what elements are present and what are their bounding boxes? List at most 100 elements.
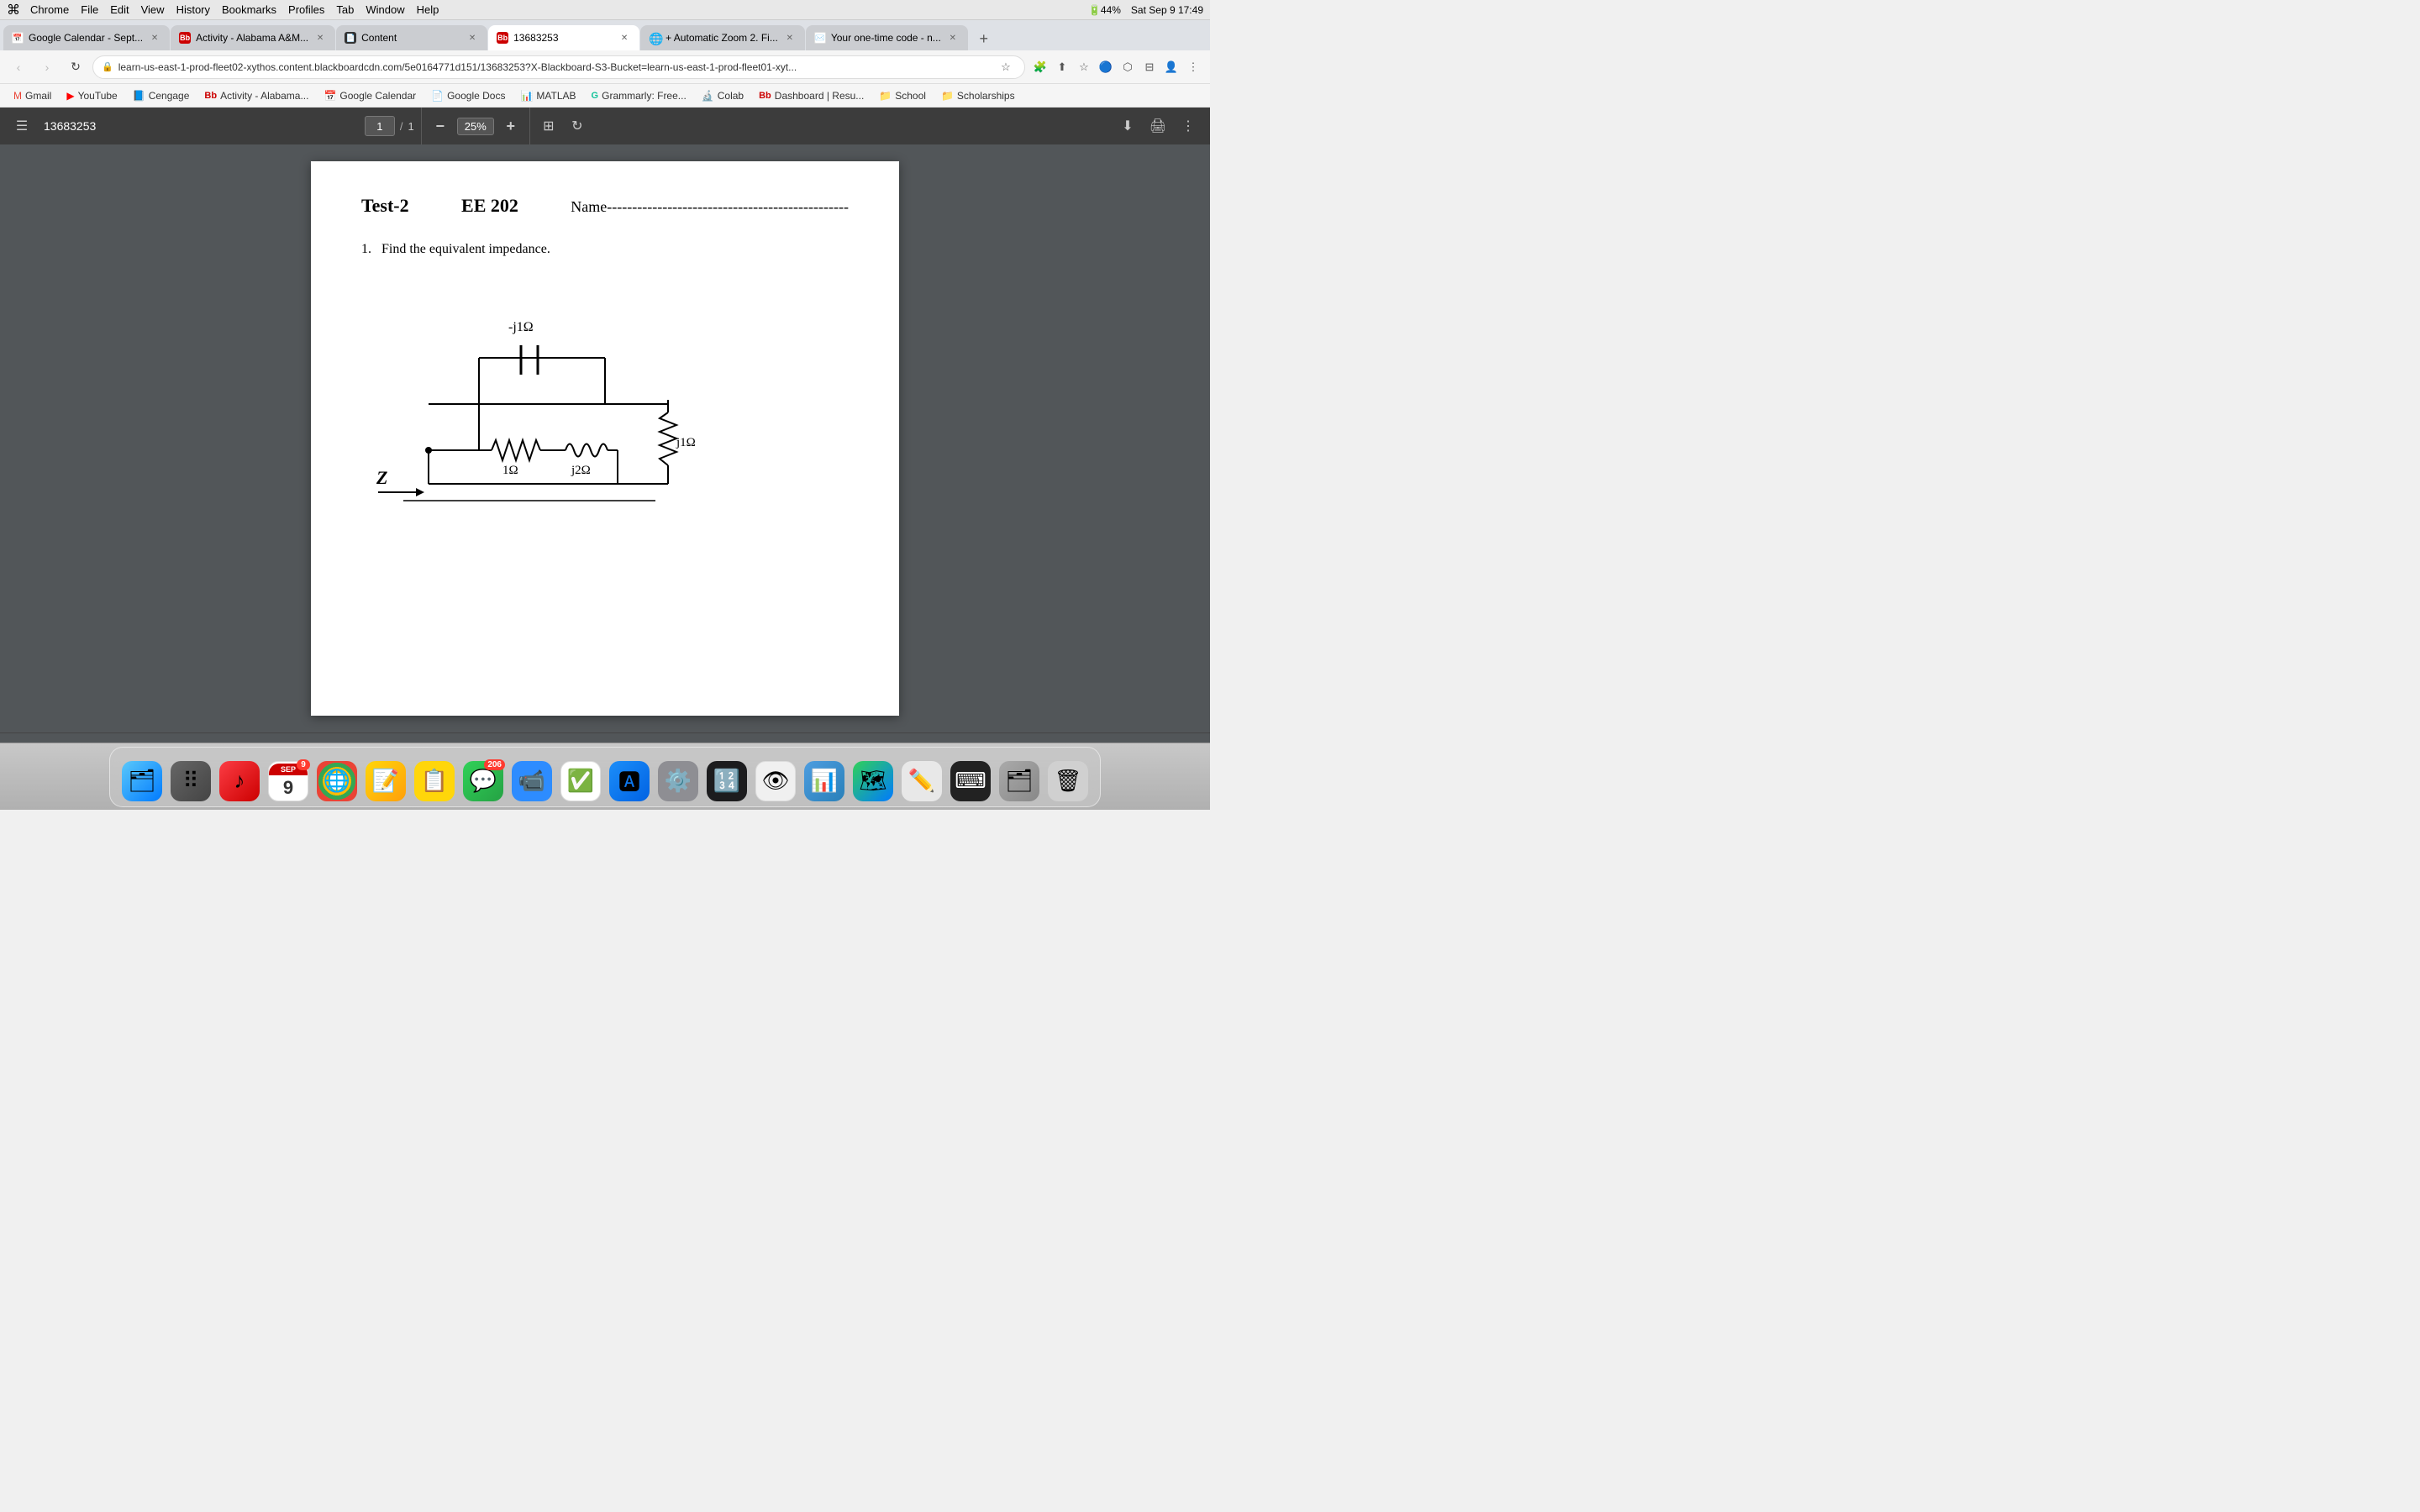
tab-close-content[interactable]: ✕ [466,31,479,45]
chrome-ext2[interactable]: ⬡ [1118,57,1138,77]
menu-bookmarks[interactable]: Bookmarks [222,3,276,16]
tab-close-calendar[interactable]: ✕ [148,31,161,45]
pdf-print[interactable]: 🖨 [1146,114,1170,138]
bm-gcal[interactable]: 📅 Google Calendar [317,88,423,103]
dock-scripteditor[interactable]: ✏️ [900,759,944,803]
pdf-menu-button[interactable]: ☰ [10,114,34,138]
menubar-time: Sat Sep 9 17:49 [1131,4,1203,16]
svg-text:j2Ω: j2Ω [571,464,591,477]
bm-school[interactable]: 📁 School [872,88,933,103]
dock-keynote[interactable]: 📊 [802,759,846,803]
tab-title-onetime: Your one-time code - n... [831,32,941,44]
tab-favicon-content: 📄 [345,32,356,44]
apple-menu[interactable]: ⌘ [7,2,20,18]
dock-notes[interactable]: 📝 [364,759,408,803]
bm-gdocs[interactable]: 📄 Google Docs [424,88,512,103]
dock-trash[interactable]: 🗑 [1046,759,1090,803]
sidebar-icon[interactable]: ⊟ [1139,57,1160,77]
dock-launchpad[interactable]: ⠿ [169,759,213,803]
chrome-ext1[interactable]: 🔵 [1096,57,1116,77]
bm-youtube-label: YouTube [78,90,118,102]
address-box[interactable]: 🔒 learn-us-east-1-prod-fleet02-xythos.co… [92,55,1025,79]
menu-profiles[interactable]: Profiles [288,3,324,16]
dock-reminders[interactable]: ✅ [559,759,602,803]
tab-close-activity[interactable]: ✕ [313,31,327,45]
keynote-icon: 📊 [804,761,844,801]
bookmark-icon[interactable]: ☆ [1074,57,1094,77]
bm-gmail-label: Gmail [25,90,51,102]
dock-stickies[interactable]: 📋 [413,759,456,803]
pdf-zoom-value[interactable]: 25% [457,118,494,135]
bm-colab[interactable]: 🔬 Colab [695,88,750,103]
chrome-icon: 🌐 [317,761,357,801]
reload-button[interactable]: ↻ [64,55,87,79]
pdf-rotate[interactable]: ↻ [566,114,589,138]
bm-dashboard[interactable]: Bb Dashboard | Resu... [752,88,871,103]
dock-zoom[interactable]: 📹 [510,759,554,803]
finder-icon: 🗂 [122,761,162,801]
horizontal-scrollbar[interactable] [0,732,1210,743]
pdf-zoom-out[interactable]: − [429,114,452,138]
forward-button[interactable]: › [35,55,59,79]
pdf-more[interactable]: ⋮ [1176,114,1200,138]
tab-favicon-calendar: 📅 [12,32,24,44]
tab-favicon-13683253: Bb [497,32,508,44]
dock-chrome[interactable]: 🌐 [315,759,359,803]
tab-close-13683253[interactable]: ✕ [618,31,631,45]
bm-gmail[interactable]: M Gmail [7,88,58,103]
dock-music[interactable]: ♪ [218,759,261,803]
tab-close-autozoom[interactable]: ✕ [783,31,797,45]
profile-icon[interactable]: 👤 [1161,57,1181,77]
more-icon[interactable]: ⋮ [1183,57,1203,77]
tab-activity[interactable]: Bb Activity - Alabama A&M... ✕ [171,25,335,50]
pdf-download[interactable]: ⬇ [1116,114,1139,138]
extensions-icon[interactable]: 🧩 [1030,57,1050,77]
dock-preview[interactable]: 👁 [754,759,797,803]
tab-13683253[interactable]: Bb 13683253 ✕ [488,25,639,50]
bm-cengage[interactable]: 📘 Cengage [126,88,197,103]
tab-content[interactable]: 📄 Content ✕ [336,25,487,50]
pdf-zoom-in[interactable]: + [499,114,523,138]
menu-help[interactable]: Help [417,3,439,16]
menu-edit[interactable]: Edit [110,3,129,16]
bm-activity-label: Activity - Alabama... [220,90,308,102]
menu-window[interactable]: Window [366,3,404,16]
tab-autozoom[interactable]: 🌐 + Automatic Zoom 2. Fi... ✕ [640,25,805,50]
menu-file[interactable]: File [81,3,98,16]
pdf-right-buttons: ⬇ 🖨 ⋮ [1116,114,1200,138]
menu-history[interactable]: History [176,3,210,16]
menu-tab[interactable]: Tab [336,3,354,16]
tab-favicon-onetime: ✉️ [814,32,826,44]
pdf-fit-page[interactable]: ⊞ [537,114,560,138]
appstore-icon: 🅰 [609,761,650,801]
messages-badge: 206 [484,759,505,770]
new-tab-button[interactable]: + [972,27,996,50]
dock-area: 🗂 ⠿ ♪ SEP 9 9 🌐 📝 📋 [0,743,1210,810]
star-icon[interactable]: ☆ [996,57,1016,77]
dock-calculator[interactable]: 🔢 [705,759,749,803]
bm-youtube[interactable]: ▶ YouTube [60,88,124,103]
pdf-page-control: / 1 − 25% + ⊞ ↻ [365,108,589,144]
share-icon[interactable]: ⬆ [1052,57,1072,77]
dock-finder[interactable]: 🗂 [120,759,164,803]
dock-appstore[interactable]: 🅰 [608,759,651,803]
tab-close-onetime[interactable]: ✕ [946,31,960,45]
scripteditor-icon: ✏️ [902,761,942,801]
app-menu-chrome[interactable]: Chrome [30,3,69,16]
back-button[interactable]: ‹ [7,55,30,79]
pdf-page-input[interactable] [365,116,395,136]
dock-sysprefs[interactable]: ⚙️ [656,759,700,803]
dock-calc2[interactable]: ⌨ [949,759,992,803]
bm-scholarships[interactable]: 📁 Scholarships [934,88,1022,103]
bm-grammarly[interactable]: G Grammarly: Free... [585,88,693,103]
bm-matlab[interactable]: 📊 MATLAB [513,88,582,103]
dock-finder2[interactable]: 🗂 [997,759,1041,803]
tab-calendar[interactable]: 📅 Google Calendar - Sept... ✕ [3,25,170,50]
dock-maps[interactable]: 🗺 [851,759,895,803]
menu-view[interactable]: View [141,3,165,16]
tab-onetime[interactable]: ✉️ Your one-time code - n... ✕ [806,25,968,50]
bm-activity[interactable]: Bb Activity - Alabama... [197,88,315,103]
dock-messages[interactable]: 💬 206 [461,759,505,803]
dock-calendar[interactable]: SEP 9 9 [266,759,310,803]
menubar: ⌘ Chrome File Edit View History Bookmark… [0,0,1210,20]
